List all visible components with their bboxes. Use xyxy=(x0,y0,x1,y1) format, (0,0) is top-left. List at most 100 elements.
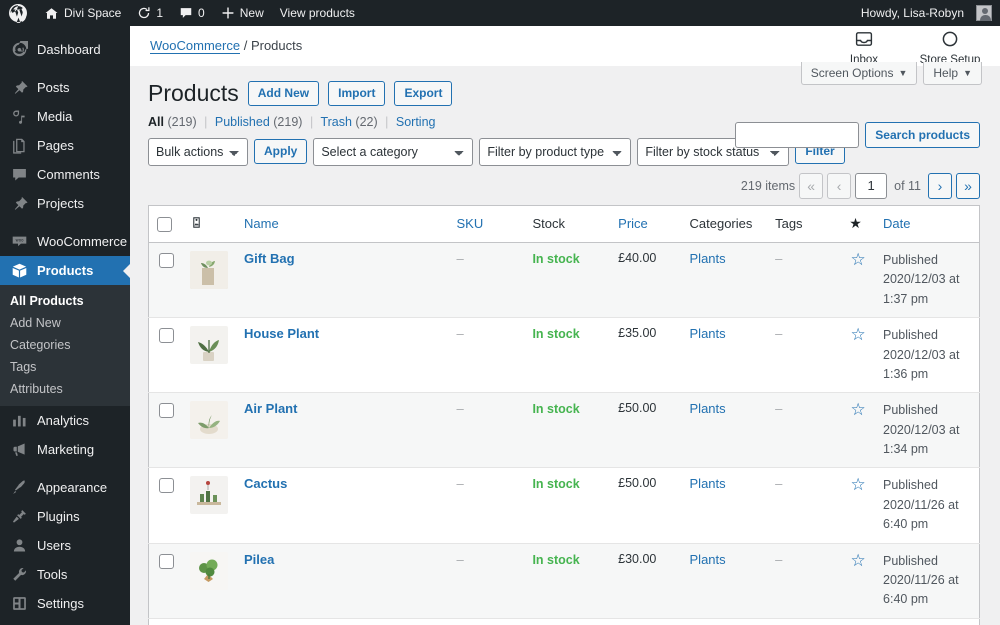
category-link[interactable]: Plants xyxy=(690,251,726,266)
row-checkbox[interactable] xyxy=(159,403,174,419)
row-categories-cell[interactable]: Plants xyxy=(681,317,768,394)
category-link[interactable]: Plants xyxy=(690,476,726,491)
table-row[interactable]: Pilea – In stock £30.00 Plants – ☆ Publi… xyxy=(148,543,980,619)
row-featured-cell[interactable]: ☆ xyxy=(841,317,876,394)
sidebar-item-dashboard[interactable]: Dashboard xyxy=(0,35,130,64)
apply-button[interactable]: Apply xyxy=(254,139,308,165)
featured-star-icon[interactable]: ☆ xyxy=(850,400,865,419)
sidebar-item-media[interactable]: Media xyxy=(0,102,130,131)
status-link-trash[interactable]: Trash xyxy=(320,115,352,129)
featured-star-icon[interactable]: ☆ xyxy=(850,551,865,570)
inbox-button[interactable]: Inbox xyxy=(832,29,896,66)
sidebar-item-comments[interactable]: Comments xyxy=(0,160,130,189)
select-all-checkbox[interactable] xyxy=(157,217,172,233)
next-page-button[interactable]: › xyxy=(928,172,952,199)
sidebar-item-appearance[interactable]: Appearance xyxy=(0,473,130,502)
search-input[interactable] xyxy=(735,122,860,148)
row-checkbox-cell[interactable] xyxy=(148,618,182,625)
help-tab[interactable]: Help ▼ xyxy=(923,62,982,85)
current-page-input[interactable]: 1 xyxy=(855,172,888,199)
row-name-cell[interactable]: House Plant xyxy=(236,317,449,394)
row-checkbox-cell[interactable] xyxy=(148,467,182,544)
sidebar-item-pages[interactable]: Pages xyxy=(0,131,130,160)
sidebar-item-woocommerce[interactable]: woo WooCommerce xyxy=(0,227,130,256)
product-name-link[interactable]: Air Plant xyxy=(244,401,297,416)
row-name-cell[interactable]: Air Plant xyxy=(236,392,449,469)
screen-options-tab[interactable]: Screen Options ▼ xyxy=(800,62,918,85)
wordpress-logo-button[interactable] xyxy=(0,0,36,26)
last-page-button[interactable]: » xyxy=(956,172,980,199)
sidebar-item-plugins[interactable]: Plugins xyxy=(0,502,130,531)
sidebar-item-tools[interactable]: Tools xyxy=(0,560,130,589)
row-name-cell[interactable]: Gift Bag xyxy=(236,242,449,319)
product-type-filter-select[interactable]: Filter by product type xyxy=(479,137,632,166)
table-row[interactable]: Gift Bag – In stock £40.00 Plants – ☆ Pu… xyxy=(148,242,980,319)
new-content-button[interactable]: New xyxy=(213,0,272,26)
table-row[interactable]: Air Plant – In stock £50.00 Plants – ☆ P… xyxy=(148,392,980,469)
status-link-all[interactable]: All xyxy=(148,115,164,129)
category-link[interactable]: Plants xyxy=(690,401,726,416)
view-products-link[interactable]: View products xyxy=(272,0,363,26)
prev-page-button[interactable]: ‹ xyxy=(827,172,852,199)
product-name-link[interactable]: House Plant xyxy=(244,326,319,341)
column-sku[interactable]: SKU xyxy=(448,205,525,244)
submenu-item-attributes[interactable]: Attributes xyxy=(0,378,130,400)
featured-star-icon[interactable]: ☆ xyxy=(850,475,865,494)
table-row[interactable]: Cactus – In stock £50.00 Plants – ☆ Publ… xyxy=(148,467,980,544)
featured-star-icon[interactable]: ☆ xyxy=(850,325,865,344)
column-select-all[interactable] xyxy=(148,205,182,244)
submenu-item-tags[interactable]: Tags xyxy=(0,356,130,378)
row-checkbox-cell[interactable] xyxy=(148,317,182,394)
row-name-cell[interactable]: Aloe xyxy=(236,618,449,625)
bulk-actions-select[interactable]: Bulk actions xyxy=(148,137,248,166)
row-categories-cell[interactable]: Plants xyxy=(681,618,768,625)
row-checkbox[interactable] xyxy=(159,253,174,269)
site-name-menu[interactable]: Divi Space xyxy=(36,0,129,26)
row-checkbox[interactable] xyxy=(159,328,174,344)
row-checkbox-cell[interactable] xyxy=(148,392,182,469)
user-account-menu[interactable]: Howdy, Lisa-Robyn xyxy=(853,0,1000,26)
row-featured-cell[interactable]: ☆ xyxy=(841,392,876,469)
status-link-published[interactable]: Published xyxy=(215,115,270,129)
featured-star-icon[interactable]: ☆ xyxy=(850,250,865,269)
updates-button[interactable]: 1 xyxy=(129,0,171,26)
column-date-label[interactable]: Date xyxy=(883,216,910,231)
row-featured-cell[interactable]: ☆ xyxy=(841,543,876,619)
import-button[interactable]: Import xyxy=(328,81,386,107)
row-categories-cell[interactable]: Plants xyxy=(681,543,768,619)
category-link[interactable]: Plants xyxy=(690,326,726,341)
sidebar-item-settings[interactable]: Settings xyxy=(0,589,130,618)
sidebar-item-marketing[interactable]: Marketing xyxy=(0,435,130,464)
breadcrumb-woocommerce-link[interactable]: WooCommerce xyxy=(150,38,241,54)
table-row[interactable]: Aloe – In stock £100.00 Plants – ☆ Publi… xyxy=(148,618,980,625)
product-name-link[interactable]: Cactus xyxy=(244,476,287,491)
row-categories-cell[interactable]: Plants xyxy=(681,467,768,544)
row-name-cell[interactable]: Pilea xyxy=(236,543,449,619)
first-page-button[interactable]: « xyxy=(799,172,824,199)
row-featured-cell[interactable]: ☆ xyxy=(841,618,876,625)
product-name-link[interactable]: Gift Bag xyxy=(244,251,295,266)
add-new-button[interactable]: Add New xyxy=(247,81,320,107)
submenu-item-all-products[interactable]: All Products xyxy=(0,290,130,312)
category-filter-select[interactable]: Select a category xyxy=(313,137,474,166)
sidebar-item-projects[interactable]: Projects xyxy=(0,189,130,218)
column-price[interactable]: Price xyxy=(610,205,682,244)
row-featured-cell[interactable]: ☆ xyxy=(841,467,876,544)
product-name-link[interactable]: Pilea xyxy=(244,552,274,567)
column-name[interactable]: Name xyxy=(236,205,449,244)
row-checkbox[interactable] xyxy=(159,553,174,569)
table-row[interactable]: House Plant – In stock £35.00 Plants – ☆… xyxy=(148,317,980,394)
sidebar-item-posts[interactable]: Posts xyxy=(0,73,130,102)
submenu-item-categories[interactable]: Categories xyxy=(0,334,130,356)
row-checkbox-cell[interactable] xyxy=(148,543,182,619)
submenu-item-add-new[interactable]: Add New xyxy=(0,312,130,334)
column-name-label[interactable]: Name xyxy=(244,216,279,231)
column-price-label[interactable]: Price xyxy=(618,216,648,231)
status-link-sorting[interactable]: Sorting xyxy=(396,115,436,129)
comments-button[interactable]: 0 xyxy=(171,0,213,26)
row-featured-cell[interactable]: ☆ xyxy=(841,242,876,319)
row-categories-cell[interactable]: Plants xyxy=(681,242,768,319)
sidebar-item-users[interactable]: Users xyxy=(0,531,130,560)
column-date[interactable]: Date xyxy=(875,205,980,244)
sidebar-item-products[interactable]: Products xyxy=(0,256,130,285)
